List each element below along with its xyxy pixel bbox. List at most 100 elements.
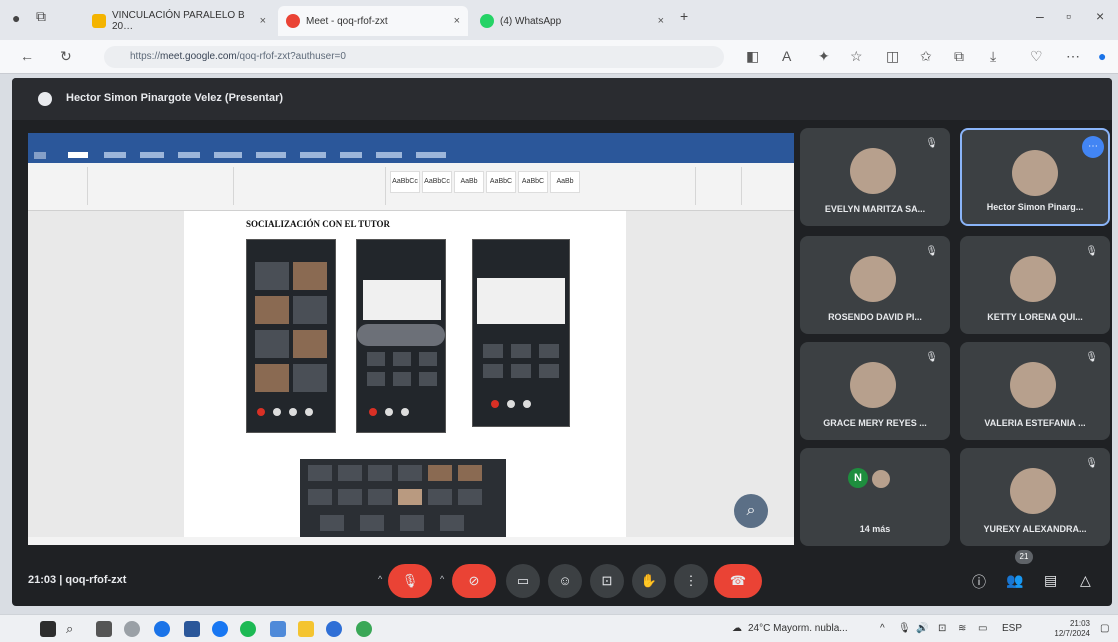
facebook-icon[interactable] bbox=[212, 621, 228, 637]
url-path: /qoq-rfof-zxt?authuser=0 bbox=[236, 51, 346, 62]
chrome-icon[interactable] bbox=[356, 621, 372, 637]
video-options-chevron-icon[interactable]: ^ bbox=[440, 574, 444, 584]
battery-tray-icon[interactable]: ▭ bbox=[978, 623, 987, 634]
copilot-icon[interactable]: ● bbox=[1098, 48, 1106, 64]
editing-group bbox=[638, 167, 696, 205]
mic-muted-icon: 🎙 bbox=[925, 246, 938, 257]
tab-label: VINCULACIÓN PARALELO B 20… bbox=[112, 10, 245, 32]
participant-name: GRACE MERY REYES ... bbox=[823, 418, 927, 428]
edge-icon[interactable] bbox=[154, 621, 170, 637]
tab-label: (4) WhatsApp bbox=[500, 15, 562, 27]
language-indicator[interactable]: ESP bbox=[1002, 623, 1022, 634]
file-explorer-icon[interactable] bbox=[298, 621, 314, 637]
url-input[interactable]: https://meet.google.com/qoq-rfof-zxt?aut… bbox=[104, 46, 724, 68]
landscape-screenshot bbox=[300, 459, 506, 537]
zoom-icon[interactable]: ⌕ bbox=[734, 494, 768, 528]
windows-taskbar: ⌕ ☁ 24°C Mayorm. nubla... ^ 🎙 🔊 ⊡ ≋ ▭ ES… bbox=[0, 614, 1118, 642]
split-screen-icon[interactable]: ◫ bbox=[886, 48, 899, 65]
app-icon[interactable] bbox=[326, 621, 342, 637]
raise-hand-button[interactable]: ✋ bbox=[632, 564, 666, 598]
meeting-info: 21:03 | qoq-rfof-zxt bbox=[28, 574, 126, 586]
tray-overflow-icon[interactable]: ^ bbox=[880, 623, 885, 634]
meet-window: Hector Simon Pinargote Velez (Presentar) bbox=[12, 78, 1112, 606]
tab-meet[interactable]: Meet - qoq-rfof-zxt × bbox=[278, 6, 468, 36]
favorites-icon[interactable]: ✩ bbox=[920, 48, 932, 65]
more-participants-tile[interactable]: N 14 más bbox=[800, 448, 950, 546]
notifications-icon[interactable]: ▢ bbox=[1100, 623, 1109, 634]
audio-options-chevron-icon[interactable]: ^ bbox=[378, 574, 382, 584]
extensions-icon[interactable]: ✦ bbox=[818, 48, 830, 65]
profile-icon[interactable]: ● bbox=[12, 10, 20, 26]
speaker-tray-icon[interactable]: 🔊 bbox=[916, 623, 928, 634]
wifi-tray-icon[interactable]: ≋ bbox=[958, 623, 966, 634]
mic-muted-icon: 🎙 bbox=[1085, 352, 1098, 363]
mic-muted-icon: 🎙 bbox=[1085, 458, 1098, 469]
whatsapp-favicon-icon bbox=[480, 14, 494, 28]
participant-tile[interactable]: 🎙 KETTY LORENA QUI... bbox=[960, 236, 1110, 334]
participant-tile[interactable]: 🎙 YUREXY ALEXANDRA... bbox=[960, 448, 1110, 546]
participant-tile[interactable]: 🎙 EVELYN MARITZA SA... bbox=[800, 128, 950, 226]
participant-tile[interactable]: 🎙 ROSENDO DAVID PI... bbox=[800, 236, 950, 334]
camera-off-button[interactable]: ⊘ bbox=[452, 564, 496, 598]
new-tab-icon[interactable]: + bbox=[680, 8, 688, 24]
participant-tile[interactable]: 🎙 GRACE MERY REYES ... bbox=[800, 342, 950, 440]
back-icon[interactable]: ← bbox=[20, 48, 34, 64]
read-aloud-icon[interactable]: A bbox=[782, 48, 791, 64]
camera-permission-icon[interactable]: ◧ bbox=[746, 48, 759, 65]
search-icon[interactable]: ⌕ bbox=[66, 621, 73, 637]
meet-recording-favicon-icon bbox=[286, 14, 300, 28]
avatar bbox=[850, 148, 896, 194]
avatar: N bbox=[848, 468, 868, 488]
tab-actions-icon[interactable]: ⧉ bbox=[36, 8, 46, 25]
chat-icon[interactable]: ▤ bbox=[1044, 572, 1057, 589]
meeting-code: qoq-rfof-zxt bbox=[65, 574, 127, 586]
captions-button[interactable]: ▭ bbox=[506, 564, 540, 598]
clock-time: 21:03 bbox=[1069, 619, 1090, 628]
reload-icon[interactable]: ↻ bbox=[60, 48, 72, 65]
avatar bbox=[872, 470, 890, 488]
clipboard-group bbox=[32, 167, 88, 205]
activities-icon[interactable]: △ bbox=[1080, 572, 1091, 589]
spotify-icon[interactable] bbox=[240, 621, 256, 637]
weather-text[interactable]: 24°C Mayorm. nubla... bbox=[748, 623, 848, 634]
phone-screenshot-2 bbox=[356, 239, 446, 433]
participant-tile-active[interactable]: ⋯ Hector Simon Pinarg... bbox=[960, 128, 1110, 226]
leave-call-button[interactable]: ☎ bbox=[714, 564, 762, 598]
url-host: meet.google.com bbox=[160, 51, 237, 62]
settings-icon[interactable] bbox=[124, 621, 140, 637]
address-bar-row: ← ↻ https://meet.google.com/qoq-rfof-zxt… bbox=[0, 40, 1118, 74]
menu-dots-icon[interactable]: ⋯ bbox=[1066, 48, 1080, 65]
mic-tray-icon[interactable]: 🎙 bbox=[898, 623, 911, 634]
close-window-icon[interactable]: × bbox=[1096, 8, 1104, 24]
participant-name: EVELYN MARITZA SA... bbox=[824, 204, 926, 214]
downloads-icon[interactable]: ⤓ bbox=[990, 48, 996, 65]
emoji-button[interactable]: ☺ bbox=[548, 564, 582, 598]
people-icon[interactable]: 👥 bbox=[1006, 572, 1023, 589]
minimize-icon[interactable]: – bbox=[1036, 8, 1044, 24]
maximize-icon[interactable]: ▫ bbox=[1066, 8, 1071, 24]
more-options-icon[interactable]: ⋯ bbox=[1082, 136, 1104, 158]
photos-icon[interactable] bbox=[270, 621, 286, 637]
tab-whatsapp[interactable]: (4) WhatsApp × bbox=[472, 6, 672, 36]
network-tray-icon[interactable]: ⊡ bbox=[938, 623, 946, 634]
start-icon[interactable] bbox=[40, 621, 56, 637]
close-tab-icon[interactable]: × bbox=[658, 15, 664, 27]
participant-tile[interactable]: 🎙 VALERIA ESTEFANIA ... bbox=[960, 342, 1110, 440]
task-view-icon[interactable] bbox=[96, 621, 112, 637]
tab-vinculacion[interactable]: VINCULACIÓN PARALELO B 20… × bbox=[84, 6, 274, 36]
present-button[interactable]: ⊡ bbox=[590, 564, 624, 598]
more-options-button[interactable]: ⋮ bbox=[674, 564, 708, 598]
meeting-controls: 21:03 | qoq-rfof-zxt ^ 🎙 ^ ⊘ ▭ ☺ ⊡ ✋ ⋮ ☎… bbox=[12, 550, 1112, 606]
word-icon[interactable] bbox=[184, 621, 200, 637]
browser-essentials-icon[interactable]: ♡ bbox=[1030, 48, 1043, 65]
collections-icon[interactable]: ⧉ bbox=[954, 48, 964, 65]
meeting-time: 21:03 bbox=[28, 574, 57, 586]
mic-off-button[interactable]: 🎙 bbox=[388, 564, 432, 598]
word-title-bar bbox=[28, 133, 794, 149]
meeting-details-icon[interactable]: ⓘ bbox=[972, 572, 986, 592]
favorite-star-icon[interactable]: ☆ bbox=[850, 48, 863, 65]
clock[interactable]: 21:03 12/7/2024 bbox=[1054, 619, 1090, 639]
close-tab-icon[interactable]: × bbox=[260, 15, 266, 27]
close-tab-icon[interactable]: × bbox=[454, 15, 460, 27]
participant-name: VALERIA ESTEFANIA ... bbox=[984, 418, 1086, 428]
